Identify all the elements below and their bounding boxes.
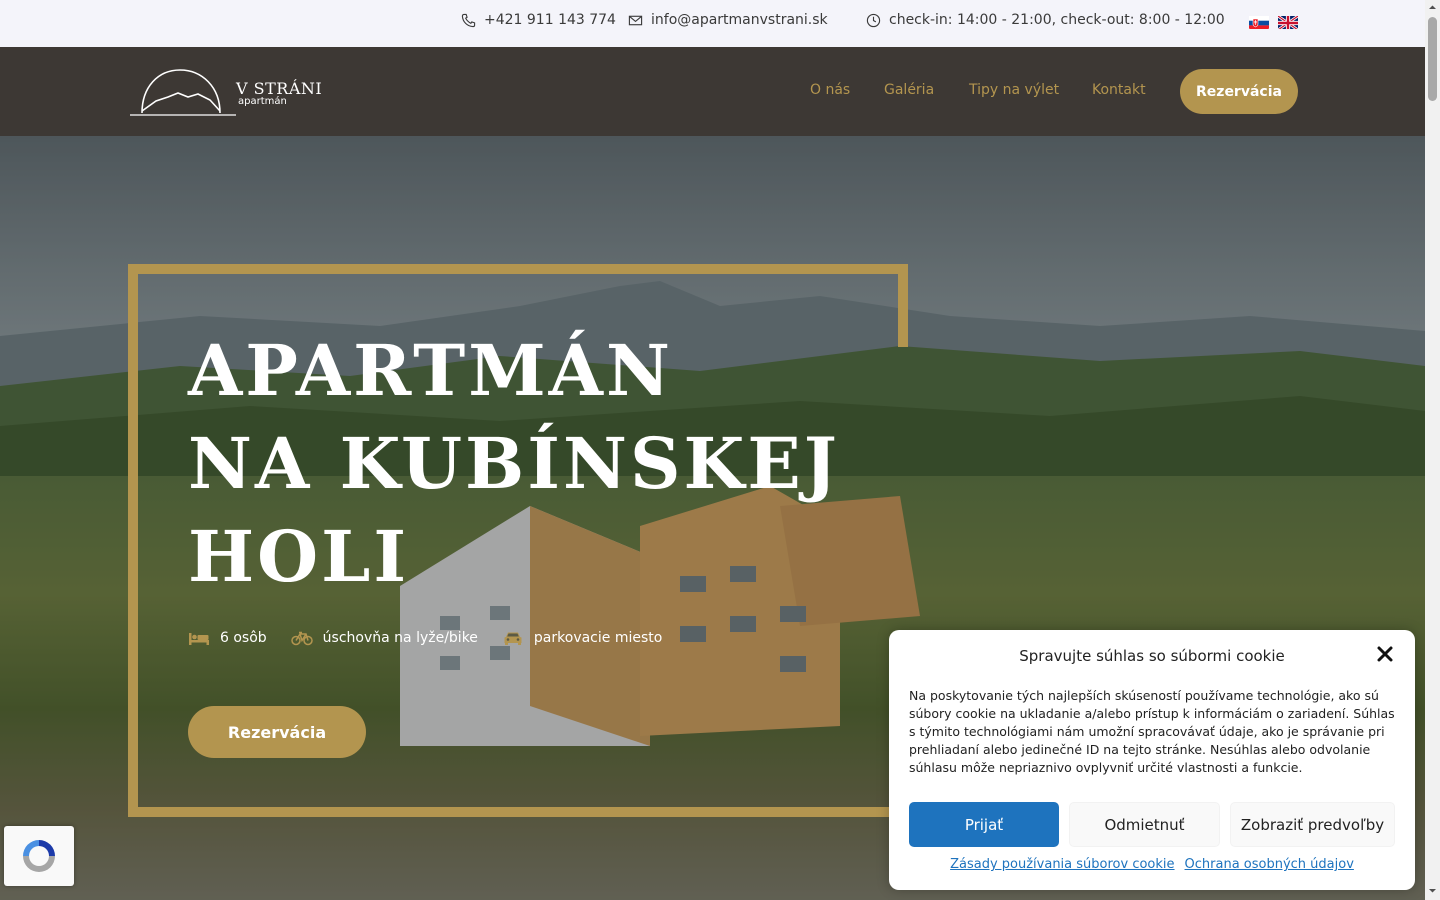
email-contact[interactable]: info@apartmanvstrani.sk bbox=[628, 12, 828, 28]
sk-flag-icon[interactable] bbox=[1249, 15, 1269, 29]
mountain-logo-icon bbox=[130, 69, 236, 116]
hero-reservation-button[interactable]: Rezervácia bbox=[188, 706, 366, 758]
hero-title-line: APARTMÁN bbox=[188, 329, 673, 412]
nav-item-o-nas[interactable]: O nás bbox=[810, 82, 850, 98]
bed-icon bbox=[189, 633, 209, 645]
scroll-up-arrow-icon[interactable] bbox=[1428, 3, 1437, 12]
nav-item-tipy-na-vylet[interactable]: Tipy na výlet bbox=[969, 82, 1059, 98]
cookie-policy-link[interactable]: Zásady používania súborov cookie bbox=[950, 857, 1174, 872]
phone-icon bbox=[461, 13, 476, 27]
hero-features: 6 osôb úschovňa na lyže/bike parkovacie … bbox=[188, 630, 662, 646]
recaptcha-icon bbox=[23, 840, 55, 872]
feature-storage: úschovňa na lyže/bike bbox=[290, 630, 478, 646]
hero-frame-right bbox=[898, 264, 908, 347]
gb-flag-icon[interactable] bbox=[1278, 15, 1298, 29]
scrollbar-thumb[interactable] bbox=[1428, 17, 1437, 101]
close-icon[interactable] bbox=[1375, 644, 1395, 664]
phone-contact[interactable]: +421 911 143 774 bbox=[461, 12, 616, 28]
cookie-accept-button[interactable]: Prijať bbox=[909, 802, 1059, 847]
mail-icon bbox=[628, 15, 643, 25]
recaptcha-badge[interactable] bbox=[4, 826, 74, 886]
feature-parking: parkovacie miesto bbox=[502, 630, 662, 646]
clock-icon bbox=[866, 13, 881, 27]
header-reservation-button[interactable]: Rezervácia bbox=[1180, 69, 1298, 114]
cookie-links: Zásady používania súborov cookie Ochrana… bbox=[889, 857, 1415, 872]
privacy-policy-link[interactable]: Ochrana osobných údajov bbox=[1185, 857, 1354, 872]
phone-number: +421 911 143 774 bbox=[484, 12, 616, 28]
hero-title-line: HOLI bbox=[188, 515, 410, 598]
feature-label: úschovňa na lyže/bike bbox=[322, 630, 478, 646]
cookie-preferences-button[interactable]: Zobraziť predvoľby bbox=[1230, 802, 1395, 847]
hero-title: APARTMÁN NA KUBÍNSKEJ HOLI bbox=[188, 324, 840, 603]
site-header: V STRÁNI apartmán O nás Galéria Tipy na … bbox=[0, 47, 1425, 136]
nav-item-galeria[interactable]: Galéria bbox=[884, 82, 934, 98]
feature-label: 6 osôb bbox=[220, 630, 267, 646]
top-info-bar: +421 911 143 774 info@apartmanvstrani.sk… bbox=[0, 0, 1425, 47]
checkin-hours: check-in: 14:00 - 21:00, check-out: 8:00… bbox=[866, 12, 1225, 28]
feature-label: parkovacie miesto bbox=[533, 630, 663, 646]
cookie-title: Spravujte súhlas so súbormi cookie bbox=[1019, 647, 1285, 665]
hours-text: check-in: 14:00 - 21:00, check-out: 8:00… bbox=[889, 12, 1225, 28]
scroll-down-arrow-icon[interactable] bbox=[1428, 886, 1437, 895]
page-scrollbar[interactable] bbox=[1425, 0, 1440, 900]
cookie-consent-dialog: Spravujte súhlas so súbormi cookie Na po… bbox=[889, 630, 1415, 890]
bicycle-icon bbox=[290, 631, 313, 646]
nav-item-kontakt[interactable]: Kontakt bbox=[1092, 82, 1146, 98]
hero-frame-bottom bbox=[128, 807, 908, 817]
feature-capacity: 6 osôb bbox=[188, 630, 267, 646]
logo-subtitle: apartmán bbox=[238, 96, 287, 107]
site-logo[interactable]: V STRÁNI apartmán bbox=[128, 67, 322, 117]
cookie-description: Na poskytovanie tých najlepších skúsenos… bbox=[909, 688, 1395, 775]
email-address: info@apartmanvstrani.sk bbox=[651, 12, 828, 28]
hero-title-line: NA KUBÍNSKEJ bbox=[188, 422, 840, 505]
car-icon bbox=[504, 632, 522, 645]
cookie-deny-button[interactable]: Odmietnuť bbox=[1069, 802, 1220, 847]
